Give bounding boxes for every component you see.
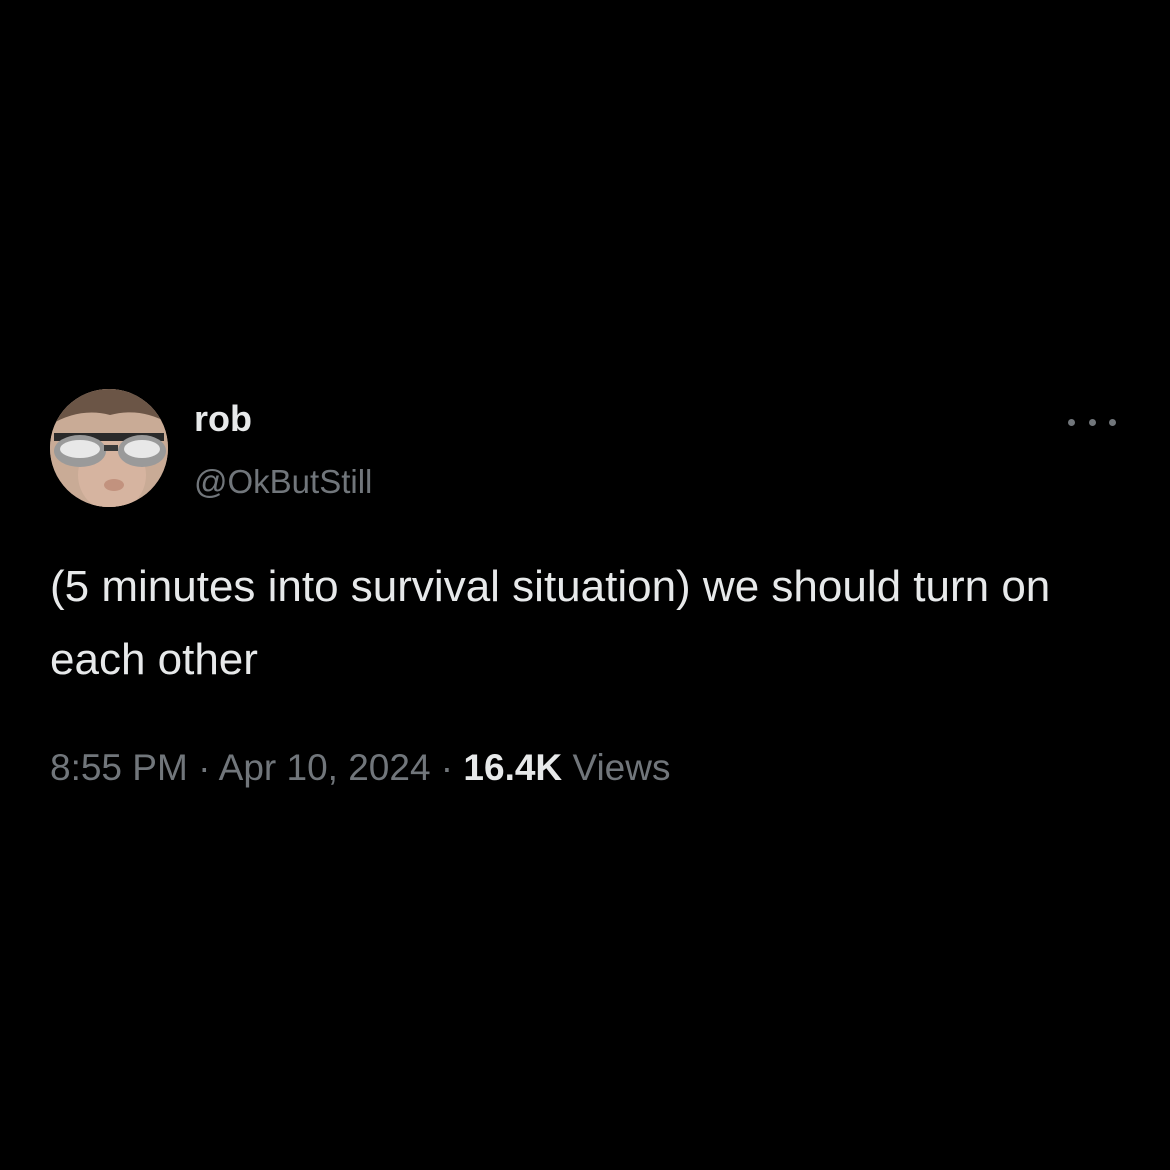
- meta-separator: ·: [430, 747, 464, 788]
- display-name[interactable]: rob: [194, 396, 252, 442]
- more-options-button[interactable]: [1068, 410, 1116, 434]
- avatar-photo: [50, 389, 168, 507]
- tweet-date[interactable]: Apr 10, 2024: [219, 747, 431, 788]
- tweet-text: (5 minutes into survival situation) we s…: [50, 562, 1051, 684]
- views-label: Views: [572, 747, 671, 788]
- meta-separator: ·: [187, 747, 219, 788]
- more-horizontal-icon-dot: [1109, 418, 1116, 426]
- avatar[interactable]: [50, 389, 168, 507]
- tweet-card: rob @OkButStill (5 minutes into survival…: [0, 0, 1170, 1170]
- more-horizontal-icon: [1068, 418, 1075, 426]
- more-horizontal-icon-dot: [1088, 418, 1096, 426]
- tweet-meta: 8:55 PM · Apr 10, 2024 · 16.4K Views: [50, 744, 670, 792]
- user-handle[interactable]: @OkButStill: [194, 460, 372, 504]
- tweet-time[interactable]: 8:55 PM: [50, 747, 188, 788]
- views-count[interactable]: 16.4K: [463, 747, 562, 788]
